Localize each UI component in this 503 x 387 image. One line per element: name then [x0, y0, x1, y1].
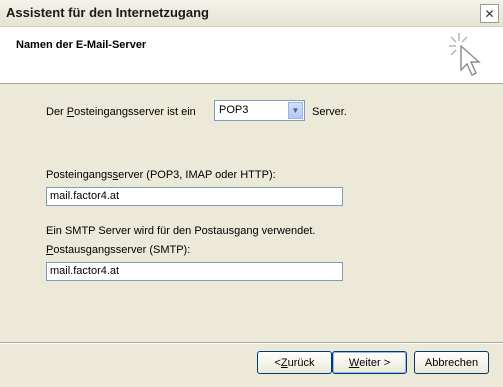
wizard-sparkle-icon — [449, 33, 481, 76]
smtp-note: Ein SMTP Server wird für den Postausgang… — [46, 225, 316, 237]
back-button[interactable]: < Zurück — [257, 351, 332, 374]
outgoing-server-input[interactable]: mail.factor4.at — [46, 262, 343, 281]
incoming-server-input[interactable]: mail.factor4.at — [46, 187, 343, 206]
footer-separator — [0, 342, 503, 344]
server-type-value: POP3 — [219, 104, 249, 116]
incoming-server-label: Posteingangsserver (POP3, IMAP oder HTTP… — [46, 169, 276, 181]
close-icon: ✕ — [484, 6, 495, 21]
outgoing-server-label: Postausgangsserver (SMTP): — [46, 244, 191, 256]
chevron-down-icon: ▼ — [291, 106, 300, 115]
cancel-button[interactable]: Abbrechen — [414, 351, 489, 374]
wizard-window: Assistent für den Internetzugang ✕ Namen… — [0, 0, 503, 387]
dropdown-arrow-button[interactable]: ▼ — [288, 102, 303, 119]
next-button[interactable]: Weiter > — [332, 351, 407, 374]
wizard-header: Namen der E-Mail-Server — [0, 27, 503, 84]
incoming-type-label: Der Posteingangsserver ist ein — [46, 106, 196, 118]
window-title: Assistent für den Internetzugang — [6, 5, 209, 20]
server-type-select[interactable]: POP3 ▼ — [214, 100, 305, 121]
title-bar[interactable]: Assistent für den Internetzugang ✕ — [0, 0, 503, 27]
close-button[interactable]: ✕ — [480, 4, 499, 23]
page-title: Namen der E-Mail-Server — [16, 39, 147, 51]
server-suffix-label: Server. — [312, 106, 347, 118]
